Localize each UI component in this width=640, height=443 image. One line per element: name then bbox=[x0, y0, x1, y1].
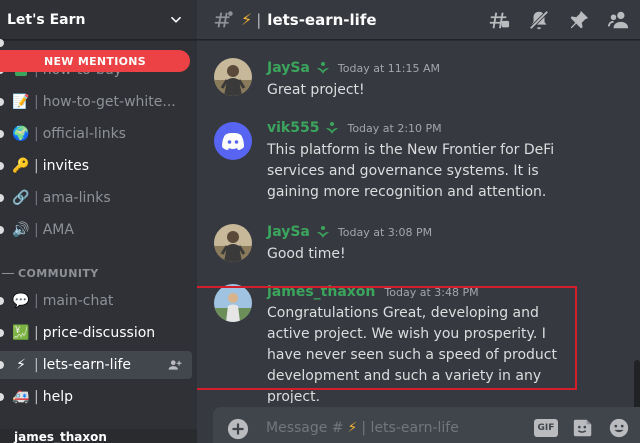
lightning-icon: ⚡ bbox=[16, 357, 26, 373]
discord-logo-icon bbox=[222, 133, 244, 150]
speech-bubble-icon: 💬 bbox=[12, 293, 30, 309]
key-icon: 🔑 bbox=[12, 158, 30, 174]
chart-icon: 💹 bbox=[12, 325, 30, 341]
category-divider bbox=[2, 272, 14, 274]
scrollbar[interactable] bbox=[634, 360, 640, 410]
header-separator: | bbox=[256, 10, 262, 29]
timestamp: Today at 11:15 AM bbox=[337, 62, 440, 75]
channel-label: lets-earn-life bbox=[42, 357, 132, 373]
message-list[interactable]: JaySa Today at 11:15 AM Great project! v… bbox=[197, 40, 640, 403]
channel-help[interactable]: 🚑 | help bbox=[0, 383, 192, 411]
unread-pin bbox=[0, 194, 4, 202]
avatar[interactable] bbox=[214, 122, 252, 160]
channel-label: main-chat bbox=[42, 293, 114, 309]
channel-official-links[interactable]: 🌍 | official-links bbox=[0, 120, 192, 148]
ambulance-icon: 🚑 bbox=[12, 389, 30, 405]
channel-ama[interactable]: 🔊 | AMA bbox=[0, 216, 192, 244]
author-name[interactable]: JaySa bbox=[267, 224, 310, 240]
chevron-down-icon[interactable] bbox=[169, 13, 183, 27]
category-community[interactable]: COMMUNITY bbox=[0, 265, 99, 281]
message-header: JaySa Today at 11:15 AM bbox=[267, 60, 440, 76]
attach-plus-icon[interactable] bbox=[227, 418, 249, 440]
nitro-badge-icon bbox=[316, 226, 329, 238]
channel-sidebar: Let's Earn NEW MENTIONS | how-to-buy 📝 |… bbox=[0, 0, 197, 443]
timestamp: Today at 3:08 PM bbox=[337, 226, 433, 239]
message-header: JaySa Today at 3:08 PM bbox=[267, 224, 432, 240]
channel-label: invites bbox=[42, 158, 90, 174]
message-input[interactable]: Message # ⚡ | lets-earn-life bbox=[266, 420, 459, 436]
unread-pin bbox=[0, 226, 4, 234]
emoji-icon[interactable] bbox=[608, 417, 630, 439]
unread-pin bbox=[0, 329, 4, 337]
placeholder-prefix: Message # bbox=[266, 420, 344, 436]
message-composer[interactable]: Message # ⚡ | lets-earn-life GIF bbox=[213, 407, 640, 443]
link-icon: 🔗 bbox=[12, 190, 30, 206]
channel-label: AMA bbox=[42, 222, 74, 238]
new-mentions-banner[interactable]: NEW MENTIONS bbox=[0, 50, 190, 72]
unread-pin bbox=[0, 130, 4, 138]
avatar[interactable] bbox=[214, 224, 252, 262]
unread-pin bbox=[0, 361, 4, 369]
server-name: Let's Earn bbox=[7, 11, 86, 28]
user-panel[interactable]: james_thaxon bbox=[0, 429, 197, 443]
memo-icon: 📝 bbox=[12, 94, 30, 110]
channel-how-to-get-whitelist[interactable]: 📝 | how-to-get-white... bbox=[0, 88, 192, 116]
unread-pin bbox=[0, 297, 4, 305]
nitro-badge-icon bbox=[316, 62, 329, 74]
unread-pin bbox=[0, 393, 4, 401]
channel-label: ama-links bbox=[42, 190, 111, 206]
lightning-icon: ⚡ bbox=[347, 420, 358, 436]
speaker-icon: 🔊 bbox=[12, 222, 30, 238]
avatar[interactable] bbox=[214, 58, 252, 96]
text-channel-icon bbox=[214, 10, 233, 28]
channel-label: price-discussion bbox=[42, 325, 156, 341]
nitro-badge-icon bbox=[326, 122, 339, 134]
channel-price-discussion[interactable]: 💹 | price-discussion bbox=[0, 319, 192, 347]
message-text: This platform is the New Frontier for De… bbox=[267, 142, 555, 200]
globe-icon: 🌍 bbox=[12, 126, 30, 142]
header-toolbar bbox=[488, 9, 630, 31]
channel-ama-links[interactable]: 🔗 | ama-links bbox=[0, 184, 192, 212]
unread-pin bbox=[0, 162, 4, 170]
highlight-annotation bbox=[197, 286, 577, 390]
author-name[interactable]: JaySa bbox=[267, 60, 310, 76]
channel-title: lets-earn-life bbox=[267, 10, 377, 29]
mute-icon[interactable] bbox=[528, 9, 550, 31]
gif-button[interactable]: GIF bbox=[534, 419, 558, 437]
channel-invites[interactable]: 🔑 | invites bbox=[0, 152, 192, 180]
category-label: COMMUNITY bbox=[18, 266, 99, 280]
placeholder-channel: | lets-earn-life bbox=[361, 420, 459, 436]
composer-toolbar: GIF bbox=[534, 417, 630, 439]
author-name[interactable]: vik555 bbox=[267, 120, 319, 136]
channel-lets-earn-life[interactable]: ⚡ | lets-earn-life bbox=[0, 351, 192, 379]
lightning-icon: ⚡ bbox=[241, 10, 253, 29]
unread-pin bbox=[0, 98, 4, 106]
members-icon[interactable] bbox=[608, 9, 630, 31]
chat-header: ⚡ | lets-earn-life bbox=[197, 0, 640, 40]
chat-area: ⚡ | lets-earn-life JaySa Today at 11:15 … bbox=[197, 0, 640, 443]
sticker-icon[interactable] bbox=[572, 417, 594, 439]
timestamp: Today at 2:10 PM bbox=[347, 122, 442, 135]
pin-icon[interactable] bbox=[568, 9, 590, 31]
unread-pin bbox=[0, 39, 4, 47]
threads-icon[interactable] bbox=[488, 9, 510, 31]
channel-label: official-links bbox=[42, 126, 126, 142]
channel-label: help bbox=[42, 389, 73, 405]
add-member-icon[interactable] bbox=[168, 358, 182, 372]
channel-label: how-to-get-white... bbox=[42, 94, 176, 110]
message-text: Great project! bbox=[267, 82, 365, 98]
message-header: vik555 Today at 2:10 PM bbox=[267, 120, 442, 136]
user-name: james_thaxon bbox=[14, 430, 107, 443]
message-text: Good time! bbox=[267, 246, 346, 262]
channel-main-chat[interactable]: 💬 | main-chat bbox=[0, 287, 192, 315]
